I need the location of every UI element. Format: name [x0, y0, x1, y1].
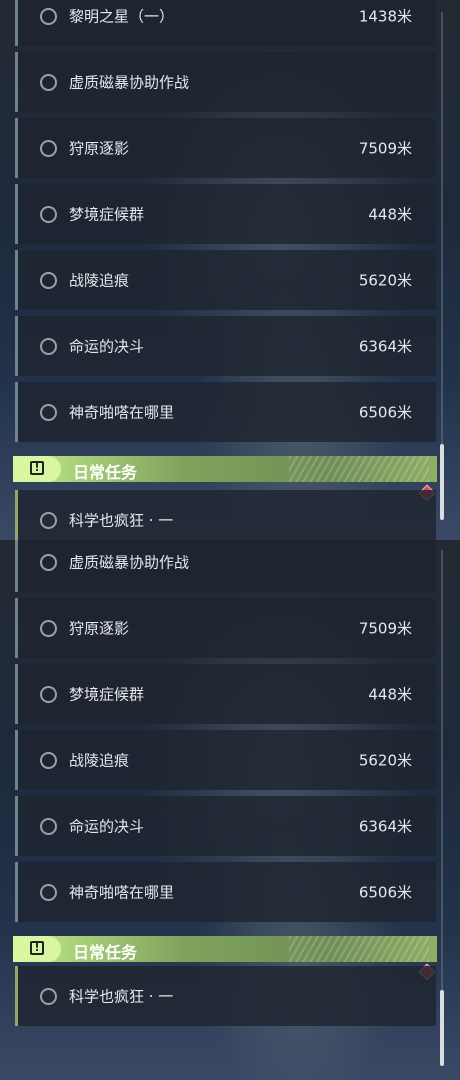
quest-name: 狩原逐影 [69, 139, 130, 158]
quest-accent-bar [15, 490, 18, 540]
quest-item[interactable]: 黎明之星（一） 1438米 [15, 0, 436, 46]
quest-name: 科学也疯狂 · 一 [69, 987, 174, 1006]
radio-circle-icon[interactable] [40, 619, 57, 637]
radio-circle-icon[interactable] [40, 403, 57, 421]
quest-accent-bar [15, 664, 18, 724]
quest-distance: 7509米 [358, 139, 412, 158]
quest-distance: 6364米 [358, 817, 412, 836]
quest-item[interactable]: 神奇啪嗒在哪里 6506米 [15, 382, 436, 442]
quest-item[interactable]: 神奇啪嗒在哪里 6506米 [15, 862, 436, 922]
daily-quest-item[interactable]: 科学也疯狂 · 一 [15, 966, 436, 1026]
quest-accent-bar [15, 730, 18, 790]
radio-circle-icon[interactable] [40, 685, 57, 703]
quest-accent-bar [15, 382, 18, 442]
quest-item[interactable]: 虚质磁暴协助作战 [15, 540, 436, 592]
radio-circle-icon[interactable] [40, 553, 57, 571]
radio-circle-icon[interactable] [40, 751, 57, 769]
quest-item[interactable]: 狩原逐影 7509米 [15, 598, 436, 658]
scrollbar-thumb[interactable] [440, 444, 444, 520]
quest-name: 虚质磁暴协助作战 [69, 553, 190, 572]
quest-accent-bar [15, 52, 18, 112]
scrollbar-thumb[interactable] [440, 990, 444, 1066]
quest-list-panel-top: 黎明之星（一） 1438米 虚质磁暴协助作战 狩原逐影 7509米 梦境症候群 … [0, 0, 460, 540]
quest-accent-bar [15, 796, 18, 856]
quest-name: 战陵追痕 [69, 271, 130, 290]
quest-accent-bar [15, 966, 18, 1026]
quest-item[interactable]: 命运的决斗 6364米 [15, 316, 436, 376]
header-stripe-decoration [289, 456, 429, 482]
quest-distance: 5620米 [358, 751, 412, 770]
scrollbar-track[interactable] [441, 550, 443, 1066]
quest-name: 命运的决斗 [69, 337, 145, 356]
quest-item[interactable]: 梦境症候群 448米 [15, 184, 436, 244]
quest-name: 狩原逐影 [69, 619, 130, 638]
quest-name: 科学也疯狂 · 一 [69, 511, 174, 530]
daily-header-title: 日常任务 [73, 943, 138, 962]
quest-name: 神奇啪嗒在哪里 [69, 883, 175, 902]
quest-accent-bar [15, 540, 18, 592]
radio-circle-icon[interactable] [40, 73, 57, 91]
quest-accent-bar [15, 598, 18, 658]
quest-name: 战陵追痕 [69, 751, 130, 770]
exclamation-icon: ! [30, 941, 44, 955]
quest-distance: 1438米 [358, 7, 412, 26]
quest-list-panel-bottom: 虚质磁暴协助作战 狩原逐影 7509米 梦境症候群 448米 战陵追痕 5620… [0, 540, 460, 1080]
quest-accent-bar [15, 316, 18, 376]
quest-accent-bar [15, 862, 18, 922]
daily-header-title: 日常任务 [73, 463, 138, 482]
quest-distance: 6506米 [358, 883, 412, 902]
radio-circle-icon[interactable] [40, 511, 57, 529]
quest-accent-bar [15, 184, 18, 244]
quest-distance: 6506米 [358, 403, 412, 422]
radio-circle-icon[interactable] [40, 817, 57, 835]
quest-item[interactable]: 命运的决斗 6364米 [15, 796, 436, 856]
quest-item[interactable]: 战陵追痕 5620米 [15, 730, 436, 790]
radio-circle-icon[interactable] [40, 271, 57, 289]
daily-tasks-header[interactable]: ! 日常任务 [13, 936, 437, 962]
radio-circle-icon[interactable] [40, 987, 57, 1005]
quest-accent-bar [15, 250, 18, 310]
radio-circle-icon[interactable] [40, 337, 57, 355]
quest-accent-bar [15, 118, 18, 178]
quest-distance: 6364米 [358, 337, 412, 356]
radio-circle-icon[interactable] [40, 7, 57, 25]
radio-circle-icon[interactable] [40, 139, 57, 157]
quest-name: 神奇啪嗒在哪里 [69, 403, 175, 422]
radio-circle-icon[interactable] [40, 205, 57, 223]
quest-accent-bar [15, 0, 18, 46]
daily-quest-item[interactable]: 科学也疯狂 · 一 [15, 490, 436, 540]
radio-circle-icon[interactable] [40, 883, 57, 901]
quest-distance: 448米 [368, 205, 412, 224]
quest-distance: 5620米 [358, 271, 412, 290]
quest-name: 梦境症候群 [69, 205, 145, 224]
exclamation-icon: ! [30, 461, 44, 475]
quest-name: 命运的决斗 [69, 817, 145, 836]
quest-distance: 448米 [368, 685, 412, 704]
quest-name: 虚质磁暴协助作战 [69, 73, 190, 92]
quest-item[interactable]: 虚质磁暴协助作战 [15, 52, 436, 112]
quest-name: 黎明之星（一） [69, 7, 175, 26]
header-stripe-decoration [289, 936, 429, 962]
daily-tasks-header[interactable]: ! 日常任务 [13, 456, 437, 482]
quest-name: 梦境症候群 [69, 685, 145, 704]
quest-item[interactable]: 梦境症候群 448米 [15, 664, 436, 724]
quest-distance: 7509米 [358, 619, 412, 638]
quest-item[interactable]: 战陵追痕 5620米 [15, 250, 436, 310]
quest-item[interactable]: 狩原逐影 7509米 [15, 118, 436, 178]
